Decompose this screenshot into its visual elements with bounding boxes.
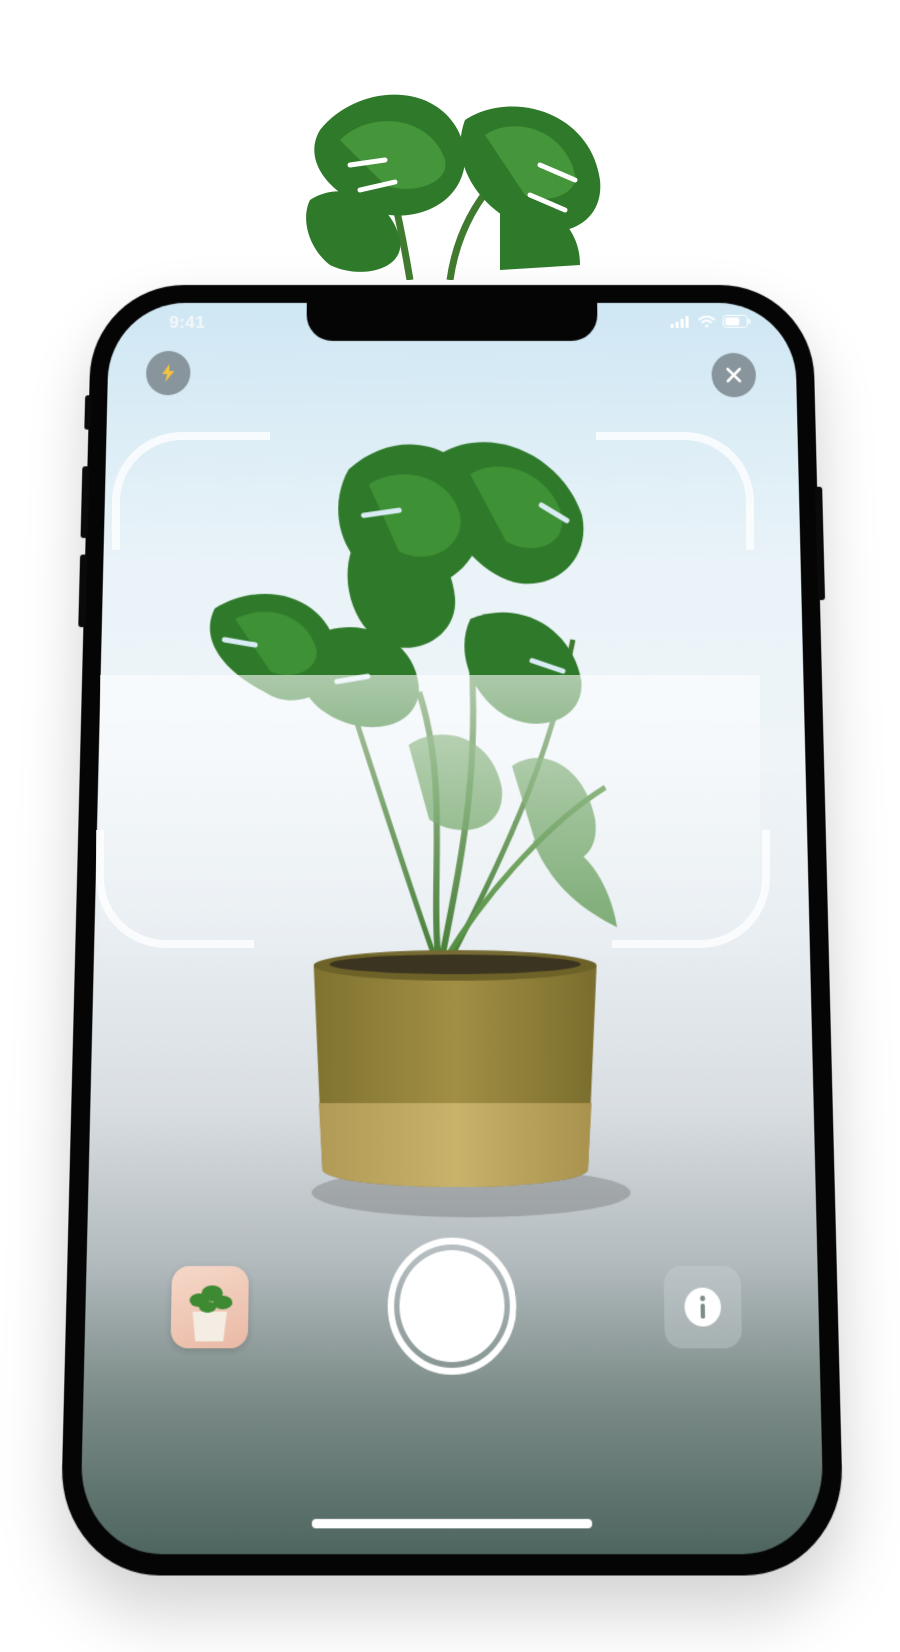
scan-frame-corner-top-left	[112, 432, 270, 550]
status-icons	[670, 315, 751, 328]
wifi-icon	[698, 315, 716, 327]
info-button[interactable]	[663, 1266, 743, 1349]
gallery-thumbnail-image	[189, 1285, 233, 1342]
battery-icon	[723, 315, 751, 328]
illustration-stage: 9:41	[0, 0, 900, 1652]
shutter-button[interactable]	[387, 1237, 517, 1375]
volume-down-button	[78, 554, 88, 628]
shutter-button-inner	[399, 1250, 505, 1363]
close-icon	[725, 366, 743, 384]
scan-frame-corner-bottom-left	[96, 830, 254, 948]
info-icon	[684, 1287, 722, 1327]
signal-icon	[670, 315, 689, 328]
scan-frame-corner-top-right	[596, 432, 754, 550]
close-button[interactable]	[711, 352, 757, 398]
phone-notch	[306, 302, 598, 341]
lightning-icon	[162, 364, 175, 383]
plant-leaves-above-phone	[306, 94, 601, 280]
home-indicator	[311, 1518, 593, 1529]
mute-switch	[84, 395, 92, 430]
gallery-thumbnail-button[interactable]	[170, 1266, 249, 1349]
volume-up-button	[80, 466, 90, 539]
power-button	[815, 486, 826, 601]
status-time: 9:41	[169, 312, 206, 332]
scan-frame-corner-bottom-right	[612, 830, 770, 948]
